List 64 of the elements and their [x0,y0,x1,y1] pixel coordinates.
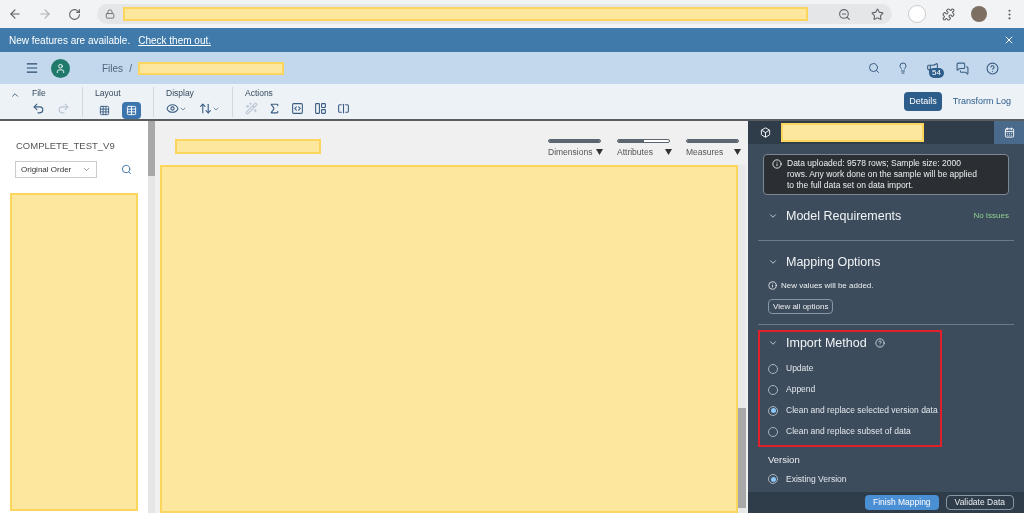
breadcrumb-item: / [129,61,132,76]
lightbulb-icon[interactable] [897,62,909,74]
help-icon[interactable] [986,61,999,75]
column-filter[interactable]: Measures [686,139,741,159]
layout-icon[interactable] [314,102,327,116]
zoom-icon[interactable] [838,7,851,21]
back-icon[interactable] [8,7,22,21]
star-icon[interactable] [871,7,884,21]
split-icon[interactable] [337,102,350,116]
radio-label: Clean and replace subset of data [786,425,911,439]
section-title: Mapping Options [786,253,881,271]
sort-icon[interactable] [199,102,220,116]
banner-link[interactable]: Check them out. [138,32,211,48]
scrollbar[interactable] [148,121,155,513]
undo-icon[interactable] [32,102,45,116]
note-text: New values will be added. [781,279,874,292]
column-filter[interactable]: Dimensions [548,139,603,159]
eye-icon[interactable] [166,102,187,116]
profile-avatar[interactable] [971,6,987,22]
function-icon[interactable] [268,102,281,116]
chat-icon[interactable] [956,61,969,75]
info-text: Data uploaded: 9578 rows; Sample size: 2000 rows. Any work done on the sample will be applied to the full data set on data import. [787,158,978,191]
view-options-button[interactable]: View all options [768,299,834,314]
notification-badge: 54 [929,67,944,78]
calendar-button[interactable] [994,121,1024,144]
calendar-icon [1003,127,1015,138]
footer-button[interactable]: Validate Data [945,495,1014,510]
collapse-icon[interactable] [10,90,20,100]
menu-icon[interactable] [25,61,39,75]
search-icon[interactable] [868,62,880,74]
user-avatar[interactable] [51,58,70,78]
section-title: Import Method [786,334,867,352]
section-title: Model Requirements [786,208,902,225]
info-icon [768,281,777,290]
version-label: Version [768,453,801,468]
table-view-button[interactable] [122,102,141,120]
dataset-title: COMPLETE_TEST_V9 [16,139,116,153]
radio-label: Existing Version [786,472,847,486]
caret-down-icon [596,149,603,156]
sort-select[interactable]: Original Order [15,161,97,179]
column-filter[interactable]: Attributes [617,139,672,159]
caret-down-icon [665,149,672,156]
info-icon [772,159,782,169]
radio-label: Append [786,383,816,397]
view-tab[interactable]: Transform Log [947,91,1016,112]
scrollbar[interactable] [738,164,746,513]
radio-label: Update [786,362,814,376]
code-icon[interactable] [291,102,304,116]
banner-message: New features are available. [9,33,131,48]
toolbar-group-label: Display [166,86,195,100]
search-icon[interactable] [121,164,132,176]
breadcrumb-item[interactable]: Files [102,60,124,76]
cube-icon [760,127,771,138]
toolbar-group-label: Layout [95,86,122,100]
puzzle-icon[interactable] [942,7,955,21]
status-text: No Issues [973,210,1009,223]
toolbar-group-label: File [32,86,47,100]
close-icon[interactable] [1003,34,1015,46]
lock-icon [105,9,115,19]
toolbar-group-label: Actions [245,86,274,100]
reload-icon[interactable] [68,7,81,21]
radio-label: Clean and replace selected version data [786,404,938,418]
view-tab[interactable]: Details [904,91,942,112]
caret-down-icon [734,149,741,156]
